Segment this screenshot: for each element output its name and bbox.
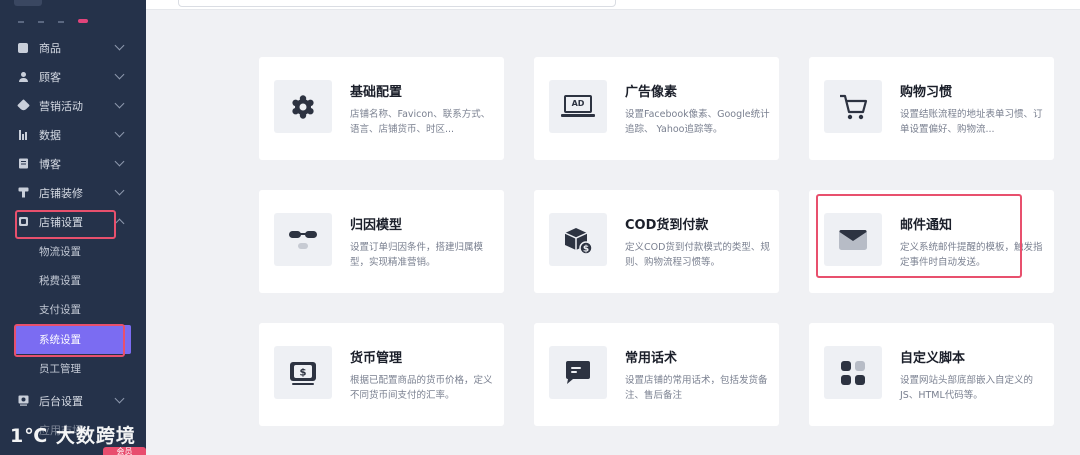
settings-card-ad-pixel[interactable]: AD 广告像素 设置Facebook像素、Google统计追踪、 Yahoo追踪…	[534, 57, 779, 160]
settings-card-shopping-habits[interactable]: 购物习惯 设置结账流程的地址表单习惯、订单设置偏好、购物流...	[809, 57, 1054, 160]
sidebar-item-store-design[interactable]: 店铺装修	[0, 178, 146, 207]
highlight-annotation-email-card	[816, 194, 1022, 278]
sidebar-divider	[18, 21, 78, 23]
sidebar-item-label: 顾客	[39, 70, 61, 84]
sidebar-item-label: 商品	[39, 41, 61, 55]
sidebar-subitem-payment[interactable]: 支付设置	[0, 295, 146, 324]
sidebar-item-data[interactable]: 数据	[0, 120, 146, 149]
chevron-down-icon	[114, 69, 125, 80]
script-icon	[824, 346, 882, 399]
sidebar-subitem-label: 物流设置	[39, 246, 81, 258]
svg-text:$: $	[300, 367, 307, 378]
settings-card-cod[interactable]: $ COD货到付款 定义COD货到付款模式的类型、规则、购物流程习惯等。	[534, 190, 779, 293]
card-description: 设置网站头部底部嵌入自定义的JS、HTML代码等。	[900, 375, 1034, 401]
settings-card-currency-management[interactable]: $ 货币管理 根据已配置商品的货币价格，定义不同货币间支付的汇率。	[259, 323, 504, 426]
tag-icon	[16, 99, 30, 112]
card-title: COD货到付款	[625, 218, 709, 233]
sidebar-item-label: 店铺装修	[39, 186, 83, 200]
cart-icon	[824, 80, 882, 133]
sidebar-subitem-label: 员工管理	[39, 363, 81, 375]
card-description: 定义COD货到付款模式的类型、规则、购物流程习惯等。	[625, 242, 770, 268]
highlight-annotation-store-settings	[15, 210, 116, 239]
chevron-down-icon	[114, 393, 125, 404]
card-description: 设置结账流程的地址表单习惯、订单设置偏好、购物流...	[900, 109, 1043, 135]
sidebar-item-customers[interactable]: 顾客	[0, 62, 146, 91]
settings-card-attribution-model[interactable]: 归因模型 设置订单归因条件，搭建归属模型，实现精准营销。	[259, 190, 504, 293]
sidebar-item-products[interactable]: 商品	[0, 33, 146, 62]
chevron-down-icon	[114, 185, 125, 196]
card-description: 店铺名称、Favicon、联系方式、语言、店铺货币、时区...	[350, 109, 491, 135]
card-description: 设置店铺的常用话术，包括发货备注、售后备注	[625, 375, 768, 401]
sidebar-subitem-shipping[interactable]: 物流设置	[0, 237, 146, 266]
chevron-up-icon	[114, 218, 125, 229]
chevron-down-icon	[114, 127, 125, 138]
highlight-annotation-system-settings	[14, 324, 125, 357]
currency-icon: $	[274, 346, 332, 399]
settings-card-common-phrases[interactable]: 常用话术 设置店铺的常用话术，包括发货备注、售后备注	[534, 323, 779, 426]
card-title: 货币管理	[350, 351, 403, 366]
card-title: 自定义脚本	[900, 351, 966, 366]
sidebar-item-marketing[interactable]: 营销活动	[0, 91, 146, 120]
sidebar: 商品 顾客 营销活动 数据 博客 店铺装修 店铺设置 物流设置 税费设置 支付设…	[0, 0, 146, 455]
person-icon	[17, 71, 29, 83]
cod-package-icon: $	[549, 213, 607, 266]
card-title: 归因模型	[350, 218, 403, 233]
chevron-down-icon	[114, 98, 125, 109]
card-title: 基础配置	[350, 85, 403, 100]
search-input[interactable]	[178, 0, 616, 7]
glasses-icon	[274, 213, 332, 266]
sidebar-item-blog[interactable]: 博客	[0, 149, 146, 178]
brush-icon	[17, 187, 29, 199]
svg-text:$: $	[583, 244, 589, 254]
sidebar-subitem-label: 支付设置	[39, 304, 81, 316]
chevron-down-icon	[114, 40, 125, 51]
sidebar-subitem-staff[interactable]: 员工管理	[0, 354, 146, 383]
watermark-logo: 1℃ 大数跨境	[10, 425, 136, 447]
settings-card-custom-script[interactable]: 自定义脚本 设置网站头部底部嵌入自定义的JS、HTML代码等。	[809, 323, 1054, 426]
top-bar	[146, 0, 1080, 10]
sidebar-item-label: 营销活动	[39, 99, 83, 113]
sidebar-item-admin-settings[interactable]: 后台设置	[0, 386, 146, 415]
sidebar-item-label: 数据	[39, 128, 61, 142]
ad-icon-text: AD	[564, 94, 592, 113]
chevron-down-icon	[114, 156, 125, 167]
box-icon	[17, 42, 29, 54]
settings-card-basic-config[interactable]: 基础配置 店铺名称、Favicon、联系方式、语言、店铺货币、时区...	[259, 57, 504, 160]
chat-icon	[549, 346, 607, 399]
card-description: 设置订单归因条件，搭建归属模型，实现精准营销。	[350, 242, 484, 268]
admin-settings-icon	[17, 395, 29, 407]
ad-icon: AD	[549, 80, 607, 133]
sidebar-subitem-tax[interactable]: 税费设置	[0, 266, 146, 295]
card-title: 购物习惯	[900, 85, 953, 100]
notification-dot	[78, 19, 88, 23]
sidebar-top-element[interactable]	[14, 0, 42, 6]
card-description: 根据已配置商品的货币价格，定义不同货币间支付的汇率。	[350, 375, 493, 401]
watermark-badge: 会员	[103, 447, 146, 455]
card-title: 常用话术	[625, 351, 678, 366]
blog-icon	[17, 158, 29, 170]
sidebar-subitem-label: 税费设置	[39, 275, 81, 287]
gear-icon	[274, 80, 332, 133]
card-title: 广告像素	[625, 85, 678, 100]
sidebar-item-label: 后台设置	[39, 394, 83, 408]
card-description: 设置Facebook像素、Google统计追踪、 Yahoo追踪等。	[625, 109, 770, 135]
bar-chart-icon	[17, 129, 29, 141]
sidebar-item-label: 博客	[39, 157, 61, 171]
